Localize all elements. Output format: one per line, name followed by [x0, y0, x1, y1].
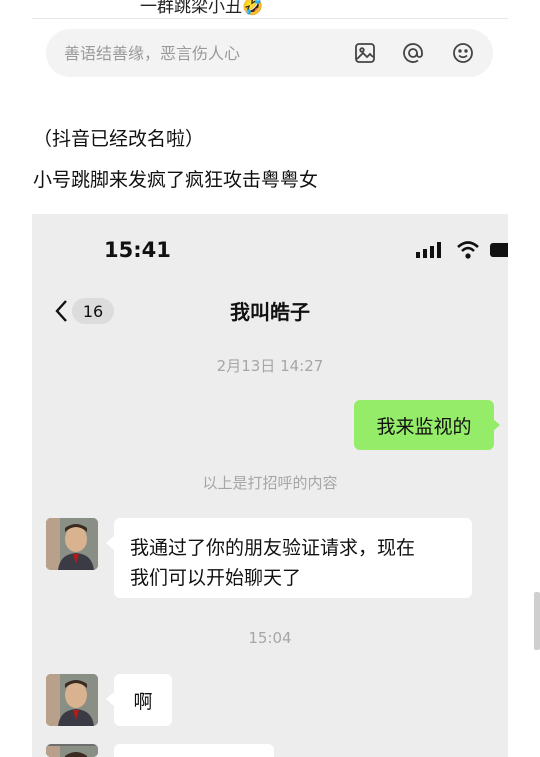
timestamp: 15:04 [248, 629, 292, 647]
received-message-bubble[interactable]: 我通过了你的朋友验证请求，现在 我们可以开始聊天了 [114, 518, 472, 598]
divider [32, 18, 508, 19]
bubble-tail [106, 536, 114, 550]
received-message-text-line: 我们可以开始聊天了 [130, 567, 302, 589]
contact-avatar[interactable] [46, 518, 98, 570]
sent-message-text: 我来监视的 [376, 415, 472, 438]
contact-avatar[interactable] [46, 674, 98, 726]
received-message-text-line: 我通过了你的朋友验证请求，现在 [130, 537, 416, 559]
chat-screenshot: 15:41 16 我叫皓子 2月13日 14:27 我来监视的 以上是打招呼的内… [32, 214, 508, 757]
received-message-bubble[interactable] [114, 744, 274, 757]
scroll-indicator[interactable] [534, 592, 540, 650]
comment-bar [46, 29, 493, 77]
post-text-line-1: （抖音已经改名啦） [33, 128, 205, 150]
timestamp: 2月13日 14:27 [216, 357, 324, 375]
post-partial-caption: 一群跳梁小丑🤣 [140, 0, 264, 17]
bubble-tail [106, 692, 114, 706]
sent-message-bubble[interactable]: 我来监视的 [354, 400, 494, 450]
emoji-icon[interactable] [451, 41, 475, 65]
mention-icon[interactable] [401, 41, 425, 65]
chat-title: 我叫皓子 [230, 300, 310, 324]
received-message-bubble[interactable]: 啊 [114, 674, 172, 726]
wifi-icon [457, 241, 479, 259]
bubble-tail [492, 418, 500, 432]
received-message-text: 啊 [133, 690, 153, 713]
signal-icon [416, 242, 441, 258]
battery-icon [490, 243, 508, 257]
contact-avatar[interactable] [46, 744, 98, 757]
status-time: 15:41 [104, 238, 171, 262]
post-text-line-2: 小号跳脚来发疯了疯狂攻击粤粤女 [33, 169, 319, 191]
greeting-hint: 以上是打招呼的内容 [202, 474, 338, 492]
comment-input[interactable] [62, 42, 336, 64]
image-icon[interactable] [353, 41, 377, 65]
